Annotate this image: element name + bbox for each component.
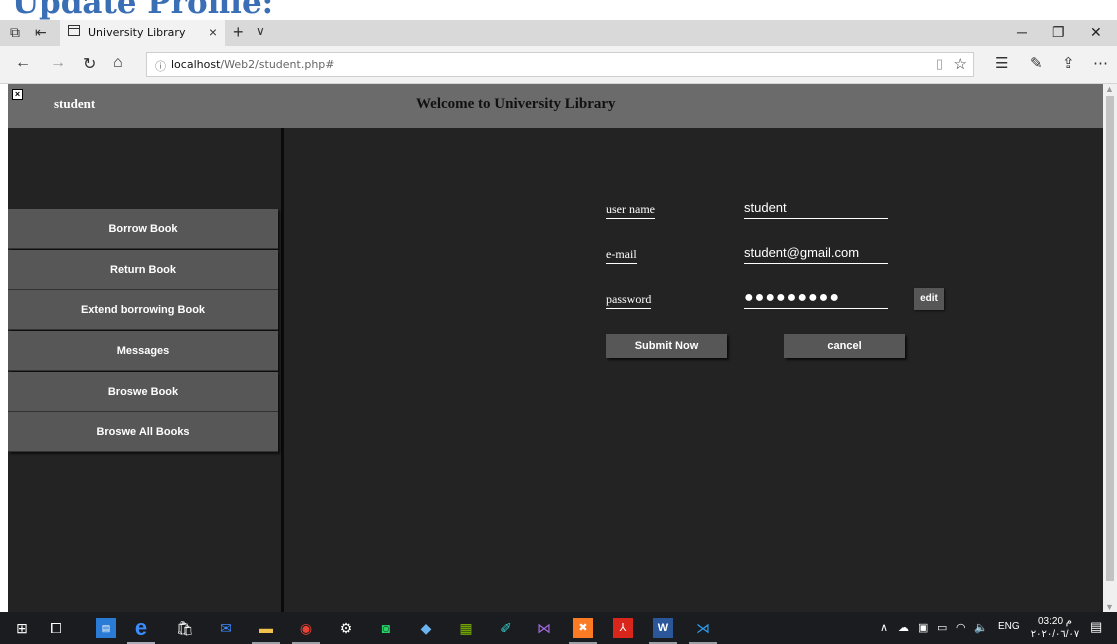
clock[interactable]: 03:20 م ٢٠٢٠/٠٦/٠٧ [1025,615,1085,641]
email-input[interactable] [744,244,888,264]
chevron-down-icon[interactable]: ∨ [256,24,265,38]
vscode-icon[interactable]: ⋊ [693,618,713,638]
password-label: password [606,292,652,309]
minimize-icon[interactable]: ─ [1017,24,1027,40]
windows-app-icon[interactable]: ▦ [456,618,476,638]
file-explorer-icon[interactable]: ▬ [256,618,276,638]
language-indicator[interactable]: ENG [998,621,1020,632]
wifi-icon[interactable]: ◠ [956,621,966,634]
sidebar-item-borrow-book[interactable]: Borrow Book [8,209,278,249]
windows-taskbar: ⊞ ⧠ ▤ e 🛍 ✉ ▬ ◉ ⚙ ◙ ◆ ▦ ✐ ⋈ ✖ ⅄ W ⋊ ∧ ☁ … [0,612,1117,644]
page-heading: Update Profile: [12,0,274,21]
favorite-star-icon[interactable]: ☆ [954,55,967,73]
header-username: student [54,96,96,111]
scroll-down-icon[interactable]: ▼ [1105,602,1114,612]
reading-view-icon[interactable]: ▯ [936,56,943,72]
sidebar-item-browse-all-books[interactable]: Broswe All Books [8,412,278,453]
welcome-title: Welcome to University Library [416,96,616,112]
whatsapp-icon[interactable]: ◙ [376,618,396,638]
url-path: /Web2/student.php# [220,58,335,71]
page-margin [0,84,8,612]
info-icon[interactable]: ⓘ [155,58,166,74]
new-tab-icon[interactable]: + [233,22,244,43]
paint-icon[interactable]: ✐ [496,618,516,638]
set-aside-tabs-icon[interactable]: ⇤ [35,24,47,41]
url-text: localhost/Web2/student.php# [171,58,334,71]
refresh-icon[interactable]: ↻ [83,54,96,74]
settings-gear-icon[interactable]: ⚙ [336,618,356,638]
restore-icon[interactable]: ❐ [1052,24,1065,41]
sidebar-item-extend-borrowing[interactable]: Extend borrowing Book [8,290,278,331]
battery-icon[interactable]: ▭ [937,621,947,634]
submit-button[interactable]: Submit Now [606,334,727,358]
tray-app-icon[interactable]: ▣ [918,621,928,634]
browser-titlebar: ⧉ ⇤ University Library × + ∨ ─ ❐ ✕ [0,20,1117,46]
page-scrollbar[interactable]: ▲ ▼ [1103,84,1117,612]
page-icon [68,25,80,36]
sidebar: Borrow Book Return Book Extend borrowing… [8,128,284,612]
edit-button[interactable]: edit [914,288,944,310]
password-input[interactable]: ●●●●●●●●● [744,289,888,309]
more-icon[interactable]: ⋯ [1093,54,1108,72]
browser-toolbar: ← → ↻ ⌂ ⓘ localhost/Web2/student.php# ▯ … [0,46,1117,84]
visual-studio-icon[interactable]: ⋈ [534,618,554,638]
word-icon[interactable]: W [653,618,673,638]
close-window-icon[interactable]: ✕ [1090,24,1102,41]
cancel-button[interactable]: cancel [784,334,905,358]
store-icon[interactable]: 🛍 [175,618,195,638]
show-hidden-icons-icon[interactable]: ∧ [880,621,888,634]
acrobat-icon[interactable]: ⅄ [613,618,633,638]
clock-time: 03:20 م [1037,616,1072,627]
broken-image-icon: × [12,89,23,100]
site-header: × student Welcome to University Library [8,84,1103,128]
sidebar-item-messages[interactable]: Messages [8,331,278,372]
start-icon[interactable]: ⊞ [12,618,32,638]
profile-form: user name e-mail password ●●●●●●●●● edit… [606,194,1006,394]
forward-icon[interactable]: → [50,54,66,72]
tab-actions-icon[interactable]: ⧉ [10,24,20,41]
close-tab-icon[interactable]: × [209,24,217,40]
clock-date: ٢٠٢٠/٠٦/٠٧ [1030,629,1080,640]
browser-tab[interactable]: University Library × [60,20,225,46]
3d-viewer-icon[interactable]: ◆ [416,618,436,638]
ime-app-icon[interactable]: ▤ [96,618,116,638]
favorites-list-icon[interactable]: ☰ [995,54,1008,72]
address-bar[interactable]: ⓘ localhost/Web2/student.php# ▯ ☆ [146,52,974,77]
sidebar-menu: Borrow Book Return Book Extend borrowing… [8,209,278,453]
chrome-icon[interactable]: ◉ [296,618,316,638]
sidebar-item-return-book[interactable]: Return Book [8,249,278,290]
volume-icon[interactable]: 🔈 [974,621,988,634]
scroll-thumb[interactable] [1106,96,1114,581]
notifications-icon[interactable]: ▤ [1090,619,1102,635]
username-input[interactable] [744,199,888,219]
onedrive-cloud-icon[interactable]: ☁ [898,621,909,634]
scroll-up-icon[interactable]: ▲ [1105,84,1114,94]
email-label: e-mail [606,247,637,264]
edge-icon[interactable]: e [131,617,151,639]
pen-icon[interactable]: ✎ [1030,54,1043,72]
task-view-icon[interactable]: ⧠ [46,618,66,638]
home-icon[interactable]: ⌂ [113,54,123,72]
url-host: localhost [171,58,221,71]
share-icon[interactable]: ⇪ [1062,54,1075,72]
mail-icon[interactable]: ✉ [216,618,236,638]
screen: Update Profile: ⧉ ⇤ University Library ×… [0,0,1117,644]
xampp-icon[interactable]: ✖ [573,618,593,638]
tab-title: University Library [88,26,186,39]
back-icon[interactable]: ← [15,54,31,72]
sidebar-item-browse-book[interactable]: Broswe Book [8,371,278,412]
username-label: user name [606,202,655,219]
web-viewport: × student Welcome to University Library … [8,84,1103,612]
